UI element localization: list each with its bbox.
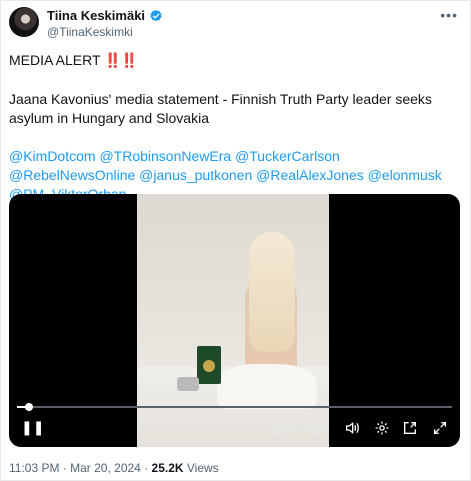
volume-icon[interactable] <box>344 420 360 439</box>
video-shoe <box>177 377 199 391</box>
video-figure-dress <box>217 364 317 409</box>
tweet-meta: 11:03 PM · Mar 20, 2024 · 25.2K Views <box>9 461 219 475</box>
tweet-line-media-alert: MEDIA ALERT ‼️‼️ <box>9 51 464 70</box>
mention-link[interactable]: @RealAlexJones <box>256 167 364 183</box>
picture-in-picture-icon[interactable] <box>402 420 418 439</box>
mention-link[interactable]: @KimDotcom <box>9 148 96 164</box>
tweet-statement: Jaana Kavonius' media statement - Finnis… <box>9 91 432 126</box>
mention-link[interactable]: @TuckerCarlson <box>235 148 340 164</box>
mention-link[interactable]: @TRobinsonNewEra <box>99 148 231 164</box>
media-alert-text: MEDIA ALERT <box>9 52 105 68</box>
verified-badge-icon <box>150 9 162 21</box>
video-time: 0:16 / 9:39 <box>271 422 328 436</box>
mention-link[interactable]: @RebelNewsOnline <box>9 167 135 183</box>
double-exclamation-icon: ‼️‼️ <box>104 52 138 68</box>
mention-link[interactable]: @elonmusk <box>368 167 442 183</box>
video-controls: ❚❚ 0:16 / 9:39 <box>9 417 460 441</box>
avatar[interactable] <box>9 7 39 37</box>
author-display-name[interactable]: Tiina Keskimäki <box>47 8 145 23</box>
video-progress-knob[interactable] <box>25 403 34 411</box>
video-progress-bar[interactable] <box>17 403 452 411</box>
author-handle[interactable]: @TiinaKeskimki <box>47 25 133 39</box>
mention-link[interactable]: @janus_putkonen <box>139 167 252 183</box>
views-count: 25.2K <box>151 461 184 475</box>
tweet-card: Tiina Keskimäki @TiinaKeskimki ••• MEDIA… <box>0 0 471 481</box>
video-book <box>197 346 221 384</box>
views-label: Views <box>183 461 219 475</box>
fullscreen-icon[interactable] <box>432 420 448 439</box>
settings-icon[interactable] <box>374 420 390 439</box>
video-figure-hair <box>249 232 295 352</box>
more-icon[interactable]: ••• <box>440 7 458 23</box>
author-name-row: Tiina Keskimäki <box>47 8 163 23</box>
video-frame <box>137 194 329 447</box>
pause-icon[interactable]: ❚❚ <box>21 419 44 436</box>
video-player[interactable]: ❚❚ 0:16 / 9:39 <box>9 194 460 447</box>
tweet-timestamp[interactable]: 11:03 PM · Mar 20, 2024 · <box>9 461 152 475</box>
book-seal-icon <box>203 360 215 372</box>
